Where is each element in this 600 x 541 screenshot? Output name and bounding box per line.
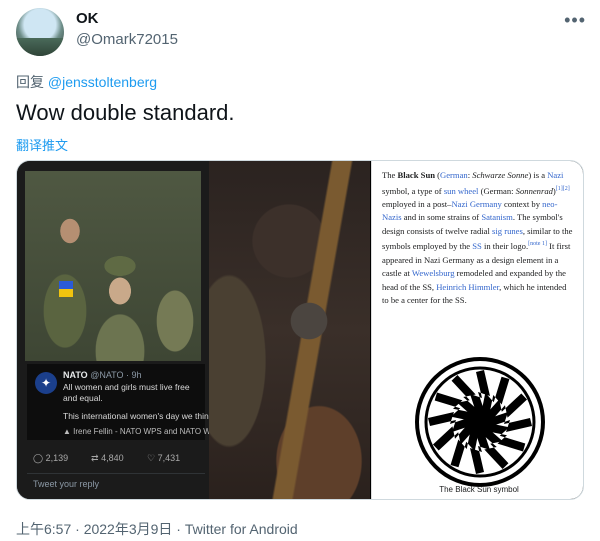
wiki-paragraph: The Black Sun (German: Schwarze Sonne) i… — [382, 169, 575, 308]
retweet-icon: ⇄ — [91, 453, 99, 463]
wiki-link: Nazi Germany — [451, 198, 502, 209]
wiki-image-caption: The Black Sun symbol — [439, 485, 519, 494]
nato-stats: ◯ 2,139 ⇄ 4,840 ♡ 7,431 — [27, 453, 205, 467]
nato-header: NATO @NATO · 9h — [63, 370, 142, 380]
like-count-value: 7,431 — [157, 453, 181, 463]
tweet-media-image[interactable]: ✦ NATO @NATO · 9h All women and girls mu… — [16, 160, 584, 500]
wiki-text: ) is a — [528, 170, 548, 180]
wiki-link: Wewelsburg — [411, 268, 455, 279]
translate-tweet-link[interactable]: 翻译推文 — [16, 135, 68, 154]
nato-tweet-card: ✦ NATO @NATO · 9h All women and girls mu… — [27, 364, 213, 440]
nato-reply-box: Tweet your reply — [27, 473, 205, 493]
reply-count-value: 2,139 — [45, 453, 69, 463]
closeup-photo — [209, 161, 371, 499]
wiki-text: in their logo. — [481, 241, 529, 252]
reply-icon: ◯ — [33, 453, 44, 463]
wiki-text: and in some strains of — [401, 212, 482, 223]
more-options-icon[interactable]: ••• — [564, 10, 586, 31]
avatar[interactable] — [16, 8, 64, 56]
wiki-link: sun wheel — [443, 185, 479, 196]
wiki-link: Satanism — [481, 212, 513, 223]
wiki-citation: [note 1] — [528, 241, 547, 248]
wiki-text: (German: — [478, 185, 516, 196]
ukraine-flag-patch-icon — [59, 281, 73, 297]
tweet-text: Wow double standard. — [16, 100, 235, 125]
retweet-count: ⇄ 4,840 — [91, 453, 124, 464]
nato-subtext: This international women's day we think.… — [63, 411, 213, 421]
nato-screenshot: ✦ NATO @NATO · 9h All women and girls mu… — [17, 161, 213, 499]
wiki-link: SS — [472, 241, 482, 252]
user-handle[interactable]: @Omark72015 — [76, 31, 178, 48]
wiki-text: The — [382, 170, 398, 180]
wiki-link: sig runes — [492, 225, 523, 236]
nato-meta: @NATO · 9h — [90, 370, 142, 380]
retweet-count-value: 4,840 — [101, 453, 124, 463]
nato-name: NATO — [63, 370, 88, 380]
wikipedia-excerpt: The Black Sun (German: Schwarze Sonne) i… — [371, 161, 583, 499]
wiki-text: employed in a post– — [382, 198, 452, 209]
wiki-link: Nazi — [547, 170, 564, 180]
nato-credit: ▲ Irene Fellin - NATO WPS and NATO WPS — [63, 427, 213, 436]
black-sun-symbol-icon — [415, 357, 545, 487]
replying-to: 回复 @jensstoltenberg — [16, 72, 157, 92]
nato-credit-text: Irene Fellin - NATO WPS and NATO WPS — [73, 427, 213, 436]
wiki-text: context by — [501, 198, 543, 209]
display-name[interactable]: OK — [76, 10, 99, 27]
wiki-italic-term: Schwarze Sonne — [472, 170, 529, 180]
wiki-italic-term: Sonnenrad — [515, 185, 553, 196]
nato-logo-icon: ✦ — [35, 372, 57, 394]
wiki-text: symbol, a type of — [382, 185, 444, 196]
wiki-citation: [1][2] — [555, 185, 570, 192]
like-count: ♡ 7,431 — [147, 453, 180, 464]
person-icon: ▲ — [63, 427, 71, 436]
reply-prefix: 回复 — [16, 74, 44, 90]
nato-text: All women and girls must live free and e… — [63, 382, 190, 403]
reply-count: ◯ 2,139 — [33, 453, 68, 464]
wiki-bold-term: Black Sun — [397, 170, 436, 180]
reply-mention-link[interactable]: @jensstoltenberg — [48, 74, 157, 90]
heart-icon: ♡ — [147, 453, 156, 463]
wiki-link: Heinrich Himmler — [436, 281, 500, 292]
wiki-link: German — [440, 170, 468, 180]
soldiers-photo — [25, 171, 201, 361]
tweet-timestamp[interactable]: 上午6:57 · 2022年3月9日 · Twitter for Android — [16, 519, 298, 539]
